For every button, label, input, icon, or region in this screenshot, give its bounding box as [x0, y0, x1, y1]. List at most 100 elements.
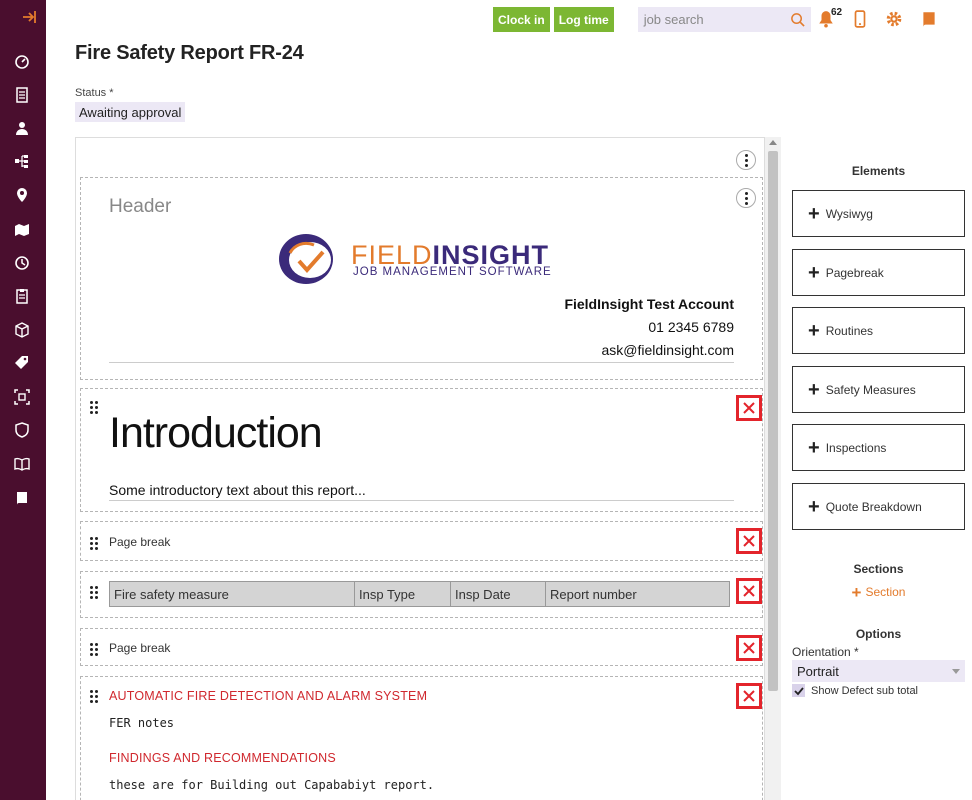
add-routines-button[interactable]: + Routines	[792, 307, 965, 354]
orientation-value: Portrait	[797, 663, 839, 679]
add-safety-measures-button[interactable]: + Safety Measures	[792, 366, 965, 413]
delete-button[interactable]	[736, 635, 762, 661]
plus-icon: +	[808, 436, 820, 459]
drag-handle-icon[interactable]	[90, 643, 98, 656]
clock-in-button[interactable]: Clock in	[493, 7, 550, 32]
table-header-cell: Insp Type	[354, 581, 451, 607]
intro-heading: Introduction	[109, 409, 323, 457]
arrow-to-right-icon[interactable]	[19, 7, 39, 27]
logo-subtitle: JOB MANAGEMENT SOFTWARE	[353, 266, 552, 278]
tag-icon[interactable]	[12, 353, 32, 373]
element-label: Quote Breakdown	[825, 499, 922, 514]
plus-icon: +	[808, 495, 820, 518]
status-select[interactable]: Awaiting approval	[75, 102, 186, 122]
table-header-cell: Insp Date	[450, 581, 546, 607]
header-label: Header	[109, 196, 172, 217]
add-quote-breakdown-button[interactable]: + Quote Breakdown	[792, 483, 965, 530]
notification-badge: 62	[831, 7, 843, 18]
plus-icon: +	[851, 583, 862, 602]
pagebreak-label: Page break	[109, 535, 171, 549]
routine-notes: FER notes	[109, 716, 175, 730]
element-label: Wysiwyg	[825, 206, 873, 221]
delete-button[interactable]	[736, 528, 762, 554]
orientation-select[interactable]: Portrait	[792, 660, 965, 682]
clock-icon[interactable]	[12, 253, 32, 273]
status-label: Status *	[75, 87, 114, 99]
add-section-label: Section	[865, 585, 906, 599]
header-menu-button[interactable]	[736, 188, 756, 208]
drag-handle-icon[interactable]	[90, 586, 98, 599]
add-wysiwyg-button[interactable]: + Wysiwyg	[792, 190, 965, 237]
options-title: Options	[855, 627, 902, 641]
introduction-block[interactable]: Introduction Some introductory text abou…	[80, 388, 763, 512]
routine-block[interactable]: AUTOMATIC FIRE DETECTION AND ALARM SYSTE…	[80, 676, 763, 800]
add-pagebreak-button[interactable]: + Pagebreak	[792, 249, 965, 296]
topbar: Clock in Log time job search	[493, 7, 811, 32]
log-time-button[interactable]: Log time	[553, 7, 614, 32]
checklist-icon[interactable]	[12, 85, 32, 105]
scrollbar-thumb[interactable]	[768, 151, 778, 691]
show-defect-row: Show Defect sub total	[792, 684, 918, 697]
add-section-button[interactable]: + Section	[792, 583, 965, 603]
notebook-top-icon[interactable]	[920, 10, 938, 28]
company-phone: 01 2345 6789	[648, 319, 734, 335]
safety-measures-block[interactable]: Fire safety measure Insp Type Insp Date …	[80, 571, 763, 618]
gear-icon[interactable]	[885, 10, 903, 28]
intro-text: Some introductory text about this report…	[109, 482, 366, 498]
sidebar	[0, 0, 46, 800]
drag-handle-icon[interactable]	[90, 690, 98, 703]
search-icon[interactable]	[790, 12, 805, 27]
element-label: Routines	[825, 323, 874, 338]
plus-icon: +	[808, 202, 820, 225]
findings-notes: these are for Building out Capababiyt re…	[109, 778, 435, 792]
workflow-icon[interactable]	[12, 151, 32, 171]
canvas-menu-button[interactable]	[736, 150, 756, 170]
company-email: ask@fieldinsight.com	[601, 342, 735, 358]
add-inspections-button[interactable]: + Inspections	[792, 424, 965, 471]
search-placeholder: job search	[643, 12, 704, 27]
plus-icon: +	[808, 261, 820, 284]
safety-measures-table: Fire safety measure Insp Type Insp Date …	[109, 581, 730, 607]
drag-handle-icon[interactable]	[90, 537, 98, 550]
findings-heading: FINDINGS AND RECOMMENDATIONS	[109, 751, 336, 765]
drag-handle-icon[interactable]	[90, 401, 98, 414]
dashboard-icon[interactable]	[12, 52, 32, 72]
company-name: FieldInsight Test Account	[564, 296, 734, 312]
sections-title: Sections	[853, 562, 904, 576]
orientation-label: Orientation *	[792, 645, 859, 659]
clipboard-icon[interactable]	[12, 286, 32, 306]
shield-icon[interactable]	[12, 420, 32, 440]
canvas-scrollbar[interactable]	[765, 137, 781, 800]
search-input[interactable]: job search	[637, 7, 811, 32]
element-label: Pagebreak	[825, 265, 884, 280]
map-icon[interactable]	[12, 219, 32, 239]
header-block[interactable]: Header FIELDINSIGHT JOB MANAGEMENT SOFTW…	[80, 177, 763, 380]
delete-button[interactable]	[736, 683, 762, 709]
show-defect-label: Show Defect sub total	[811, 684, 919, 697]
scroll-up-arrow-icon[interactable]	[769, 140, 777, 145]
element-label: Inspections	[825, 440, 887, 455]
pagebreak-block[interactable]: Page break	[80, 628, 763, 666]
table-header-cell: Report number	[545, 581, 730, 607]
dropdown-arrow-icon	[952, 668, 960, 674]
book-icon[interactable]	[12, 454, 32, 474]
pagebreak-block[interactable]: Page break	[80, 521, 763, 561]
report-canvas: Header FIELDINSIGHT JOB MANAGEMENT SOFTW…	[75, 137, 765, 800]
box-icon[interactable]	[12, 320, 32, 340]
routine-heading: AUTOMATIC FIRE DETECTION AND ALARM SYSTE…	[109, 689, 428, 703]
fieldinsight-logo-icon	[276, 229, 341, 291]
delete-button[interactable]	[736, 578, 762, 604]
elements-title: Elements	[851, 164, 906, 178]
plus-icon: +	[808, 319, 820, 342]
map-pin-icon[interactable]	[12, 185, 32, 205]
mobile-icon[interactable]	[851, 10, 869, 28]
table-header-cell: Fire safety measure	[109, 581, 355, 607]
intro-divider	[109, 500, 734, 501]
show-defect-checkbox[interactable]	[792, 684, 805, 697]
delete-button[interactable]	[736, 395, 762, 421]
notebook-icon[interactable]	[12, 488, 32, 508]
plus-icon: +	[808, 378, 820, 401]
scan-icon[interactable]	[12, 387, 32, 407]
pagebreak-label: Page break	[109, 641, 171, 655]
user-icon[interactable]	[12, 118, 32, 138]
